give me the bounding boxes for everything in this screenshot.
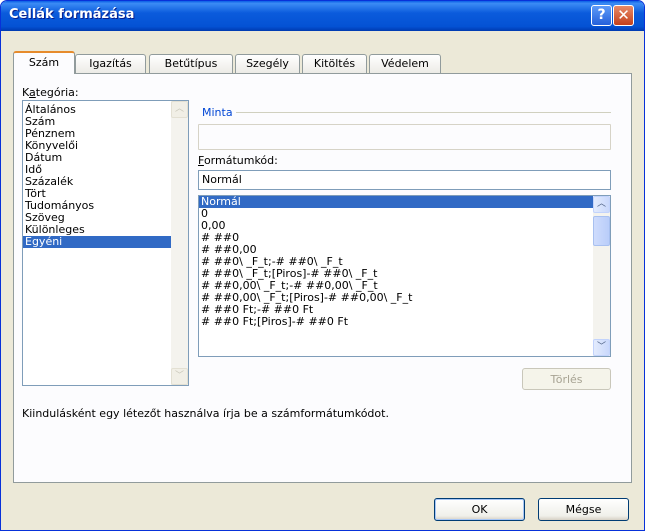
format-code-input[interactable]: Normál bbox=[198, 170, 611, 190]
dialog-title: Cellák formázása bbox=[9, 7, 135, 22]
number-tab-panel: Kategória: Általános Szám Pénznem Könyvelői… bbox=[13, 73, 632, 483]
format-list-item[interactable]: 0 bbox=[199, 208, 593, 220]
format-list-item[interactable]: # ##0 Ft;[Piros]-# ##0 Ft bbox=[199, 316, 593, 328]
category-label: Kategória: bbox=[22, 86, 79, 99]
tab-alignment[interactable]: Igazítás bbox=[75, 54, 146, 73]
ok-button[interactable]: OK bbox=[434, 498, 525, 521]
format-cells-dialog: Cellák formázása ? ✕ Szám Igazítás Betűt… bbox=[0, 0, 645, 531]
help-icon: ? bbox=[597, 7, 606, 23]
help-button[interactable]: ? bbox=[591, 5, 612, 26]
tab-font[interactable]: Betűtípus bbox=[149, 54, 233, 73]
title-bar[interactable]: Cellák formázása ? ✕ bbox=[1, 1, 644, 31]
category-list-item[interactable]: Dátum bbox=[23, 152, 171, 164]
cancel-button[interactable]: Mégse bbox=[538, 498, 629, 521]
category-scrollbar[interactable]: ︿ ﹀ bbox=[171, 101, 188, 385]
sample-label: Minta bbox=[202, 106, 233, 119]
format-list-item[interactable]: 0,00 bbox=[199, 220, 593, 232]
tab-fill[interactable]: Kitöltés bbox=[302, 54, 367, 73]
format-list-scrollbar[interactable]: ︿ ﹀ bbox=[593, 196, 610, 356]
scroll-down-icon[interactable]: ﹀ bbox=[171, 368, 188, 385]
hint-text: Kiindulásként egy létezőt használva írja… bbox=[22, 407, 389, 420]
sample-group: Minta bbox=[198, 106, 611, 152]
tab-number[interactable]: Szám bbox=[13, 51, 75, 74]
close-icon: ✕ bbox=[617, 6, 630, 24]
format-code-label: Formátumkód: bbox=[198, 154, 278, 167]
format-code-list[interactable]: Normál 0 0,00 # ##0 # ##0,00 # ##0\ _F_t;-# #… bbox=[198, 195, 611, 357]
format-list-item[interactable]: # ##0 bbox=[199, 232, 593, 244]
tab-protection[interactable]: Védelem bbox=[369, 54, 441, 73]
delete-button[interactable]: Törlés bbox=[522, 368, 611, 390]
category-list[interactable]: Általános Szám Pénznem Könyvelői Dátum Idő Szá… bbox=[22, 100, 189, 386]
category-list-item[interactable]: Egyéni bbox=[23, 236, 171, 248]
scroll-up-icon[interactable]: ︿ bbox=[171, 101, 188, 118]
close-button[interactable]: ✕ bbox=[613, 5, 634, 26]
scroll-down-icon[interactable]: ﹀ bbox=[593, 339, 610, 356]
tab-border[interactable]: Szegély bbox=[235, 54, 300, 73]
scroll-thumb[interactable] bbox=[593, 216, 610, 246]
format-list-item[interactable]: Normál bbox=[199, 196, 593, 208]
scroll-up-icon[interactable]: ︿ bbox=[593, 196, 610, 213]
sample-preview bbox=[198, 124, 611, 150]
